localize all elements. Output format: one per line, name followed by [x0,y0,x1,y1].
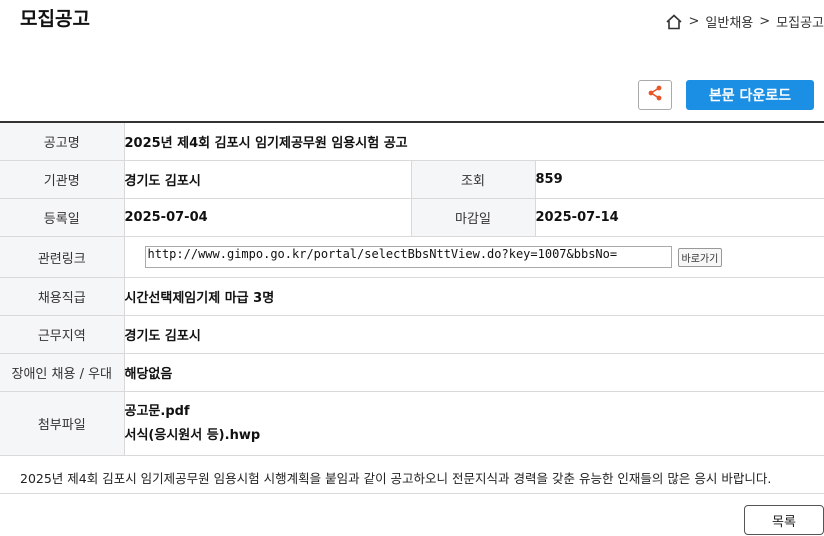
divider [0,493,824,494]
table-row: 공고명 2025년 제4회 김포시 임기제공무원 임용시험 공고 [0,122,824,161]
table-row: 기관명 경기도 김포시 조회 859 [0,160,824,199]
table-row: 채용직급 시간선택제임기제 마급 3명 [0,277,824,316]
disabled-label: 장애인 채용 / 우대 [0,353,125,392]
views-value: 859 [535,160,824,199]
share-button[interactable] [638,80,672,110]
title-label: 공고명 [0,122,125,161]
table-row: 첨부파일 공고문.pdf 서식(응시원서 등).hwp [0,391,824,456]
table-row: 관련링크 http://www.gimpo.go.kr/portal/selec… [0,236,824,278]
link-label: 관련링크 [0,236,125,278]
views-label: 조회 [411,160,536,199]
table-row: 장애인 채용 / 우대 해당없음 [0,353,824,392]
disabled-value: 해당없음 [124,353,824,392]
org-label: 기관명 [0,160,125,199]
deadline-value: 2025-07-14 [535,198,824,237]
share-icon [646,84,664,106]
file-link[interactable]: 서식(응시원서 등).hwp [125,424,824,448]
reg-date-label: 등록일 [0,198,125,237]
page-title: 모집공고 [20,8,90,30]
file-link[interactable]: 공고문.pdf [125,400,824,424]
notice-text: 2025년 제4회 김포시 임기제공무원 임용시험 시행계획을 붙임과 같이 공… [20,471,772,486]
info-table: 공고명 2025년 제4회 김포시 임기제공무원 임용시험 공고 기관명 경기도… [0,121,824,456]
download-button[interactable]: 본문 다운로드 [686,80,814,110]
area-label: 근무지역 [0,315,125,354]
home-icon[interactable] [665,13,683,31]
title-value: 2025년 제4회 김포시 임기제공무원 임용시험 공고 [124,122,824,161]
area-value: 경기도 김포시 [124,315,824,354]
go-link-button[interactable]: 바로가기 [677,247,723,267]
deadline-label: 마감일 [411,198,536,237]
job-value: 시간선택제임기제 마급 3명 [124,277,824,316]
breadcrumb-item-general[interactable]: 일반채용 [705,12,753,31]
files-label: 첨부파일 [0,391,125,456]
org-value: 경기도 김포시 [124,160,412,199]
breadcrumb: > 일반채용 > 모집공고 [665,12,824,31]
breadcrumb-separator: > [688,14,700,29]
reg-date-value: 2025-07-04 [124,198,412,237]
table-row: 등록일 2025-07-04 마감일 2025-07-14 [0,198,824,237]
breadcrumb-item-notice[interactable]: 모집공고 [776,12,824,31]
breadcrumb-separator: > [759,14,771,29]
link-field[interactable]: http://www.gimpo.go.kr/portal/selectBbsN… [144,246,672,268]
table-row: 근무지역 경기도 김포시 [0,315,824,354]
list-button[interactable]: 목록 [744,505,824,535]
job-label: 채용직급 [0,277,125,316]
